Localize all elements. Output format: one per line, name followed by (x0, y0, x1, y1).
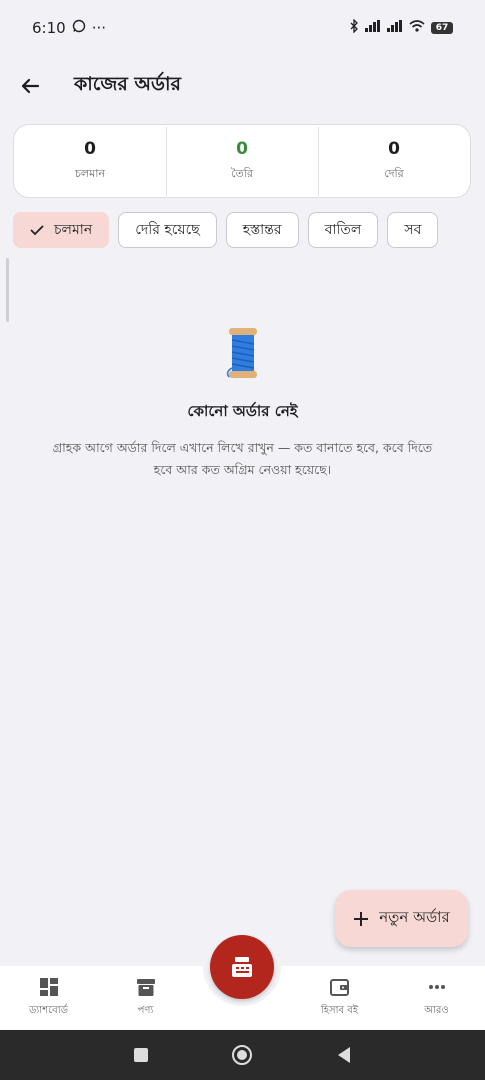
back-button[interactable] (10, 66, 50, 106)
triangle-back-icon (338, 1047, 351, 1063)
battery-icon: 67 (431, 22, 453, 34)
stat-label: তৈরি (231, 166, 253, 180)
chip-label: দেরি হয়েছে (135, 222, 200, 238)
nav-label: হিসাব বই (320, 1004, 359, 1016)
system-nav-bar (0, 1030, 485, 1080)
stat-label: দেরি (384, 166, 404, 180)
nav-item-products[interactable]: পণ্য (97, 966, 194, 1030)
chip-label: চলমান (54, 222, 93, 238)
cash-register-icon (232, 957, 252, 977)
stat-running: 0 চলমান (14, 139, 166, 184)
stat-ready: 0 তৈরি (166, 126, 318, 196)
new-order-button[interactable]: নতুন অর্ডার (335, 890, 468, 947)
home-button[interactable] (227, 1040, 257, 1070)
nav-label: ড্যাশবোর্ড (29, 1004, 68, 1016)
chip-cancelled[interactable]: বাতিল (307, 212, 379, 248)
pos-button[interactable] (210, 935, 274, 999)
recents-button[interactable] (126, 1040, 156, 1070)
fab-label: নতুন অর্ডার (379, 908, 450, 926)
nav-label: আরও (424, 1004, 449, 1016)
filter-chips: চলমান দেরি হয়েছে হস্তান্তর বাতিল সব (13, 212, 439, 248)
back-nav-button[interactable] (329, 1040, 359, 1070)
chip-label: হস্তান্তর (242, 222, 282, 238)
square-icon (133, 1048, 148, 1062)
bluetooth-icon (349, 18, 359, 37)
signal-icon (365, 20, 381, 36)
circle-icon (232, 1045, 253, 1065)
whatsapp-icon (72, 19, 86, 37)
empty-state: কোনো অর্ডার নেই গ্রাহক আগে অর্ডার দিলে এ… (0, 326, 485, 481)
dashboard-icon (39, 977, 58, 996)
chip-handover[interactable]: হস্তান্তর (225, 212, 299, 248)
chip-label: সব (404, 222, 422, 238)
stat-value: 0 (236, 138, 248, 159)
chip-running[interactable]: চলমান (13, 212, 110, 248)
signal-icon-2 (387, 20, 403, 36)
stat-late: 0 দেরি (318, 126, 470, 196)
stat-value: 0 (84, 138, 96, 159)
empty-description: গ্রাহক আগে অর্ডার দিলে এখানে লিখে রাখুন … (52, 440, 433, 477)
scroll-indicator (6, 258, 9, 322)
app-bar: কাজের অর্ডার (0, 60, 485, 112)
arrow-left-icon (21, 78, 40, 94)
plus-icon (354, 911, 369, 926)
nav-item-dashboard[interactable]: ড্যাশবোর্ড (0, 966, 97, 1030)
empty-title: কোনো অর্ডার নেই (187, 402, 298, 420)
check-icon (30, 225, 44, 236)
notification-more-icon: ··· (91, 19, 106, 37)
status-time: 6:10 (32, 19, 66, 37)
nav-item-ledger[interactable]: হিসাব বই (291, 966, 388, 1030)
wallet-icon (329, 978, 349, 996)
thread-spool-icon (226, 328, 257, 378)
nav-label: পণ্য (137, 1004, 154, 1016)
archive-box-icon (136, 978, 155, 996)
nav-item-more[interactable]: আরও (388, 966, 485, 1030)
status-bar: 6:10 ··· 67 (0, 0, 485, 56)
page-title: কাজের অর্ডার (74, 73, 181, 95)
chip-late[interactable]: দেরি হয়েছে (118, 212, 217, 248)
chip-label: বাতিল (324, 222, 362, 238)
wifi-icon (409, 20, 425, 36)
stats-card: 0 চলমান 0 তৈরি 0 দেরি (13, 124, 471, 198)
stat-value: 0 (388, 138, 400, 159)
stat-label: চলমান (75, 166, 105, 180)
center-button-notch (203, 928, 281, 1006)
more-horiz-icon (428, 984, 445, 989)
chip-all[interactable]: সব (387, 212, 439, 248)
